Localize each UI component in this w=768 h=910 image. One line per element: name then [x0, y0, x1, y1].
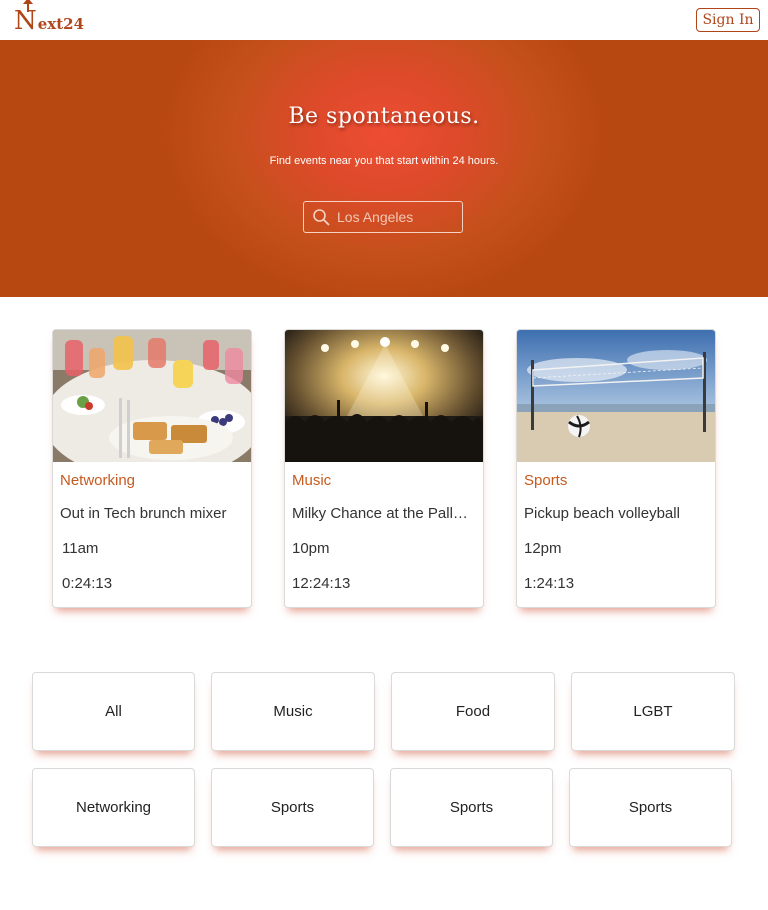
logo-letter: N [14, 6, 37, 36]
brunch-table-photo [53, 330, 251, 462]
event-title[interactable]: Out in Tech brunch mixer [60, 505, 242, 522]
event-start-time: 10pm [292, 540, 330, 557]
location-search-box[interactable] [303, 201, 463, 233]
event-category: Networking [60, 472, 136, 489]
category-tile-sports[interactable]: Sports [569, 768, 732, 847]
category-tile-sports[interactable]: Sports [390, 768, 553, 847]
event-category: Sports [524, 472, 568, 489]
event-card[interactable]: Networking Out in Tech brunch mixer 11am… [52, 329, 252, 608]
category-tile-lgbt[interactable]: LGBT [571, 672, 735, 751]
sign-in-button[interactable]: Sign In [696, 8, 760, 32]
concert-stage-photo [285, 330, 483, 462]
hero-banner: Be spontaneous. Find events near you tha… [0, 40, 768, 297]
event-title[interactable]: Milky Chance at the Palladium [292, 505, 474, 522]
hero-title: Be spontaneous. [288, 104, 480, 129]
event-card[interactable]: Sports Pickup beach volleyball 12pm 1:24… [516, 329, 716, 608]
next24-logo[interactable]: N ext24 [14, 0, 85, 36]
logo-text: ext24 [37, 15, 85, 33]
category-tile-all[interactable]: All [32, 672, 195, 751]
logo-arrow-icon [23, 0, 33, 12]
event-start-time: 12pm [524, 540, 562, 557]
location-search-input[interactable] [337, 209, 455, 225]
search-icon [313, 209, 330, 226]
category-tile-networking[interactable]: Networking [32, 768, 195, 847]
event-title[interactable]: Pickup beach volleyball [524, 505, 706, 522]
event-start-time: 11am [62, 540, 99, 557]
top-navbar: N ext24 Sign In [0, 0, 768, 40]
event-category: Music [292, 472, 332, 489]
category-tile-music[interactable]: Music [211, 672, 375, 751]
hero-subtitle: Find events near you that start within 2… [269, 155, 499, 167]
category-tile-sports[interactable]: Sports [211, 768, 374, 847]
beach-volleyball-photo [517, 330, 715, 462]
category-tile-food[interactable]: Food [391, 672, 555, 751]
event-countdown: 1:24:13 [524, 575, 575, 592]
event-countdown: 12:24:13 [292, 575, 351, 592]
event-countdown: 0:24:13 [62, 575, 113, 592]
event-card[interactable]: Music Milky Chance at the Palladium 10pm… [284, 329, 484, 608]
